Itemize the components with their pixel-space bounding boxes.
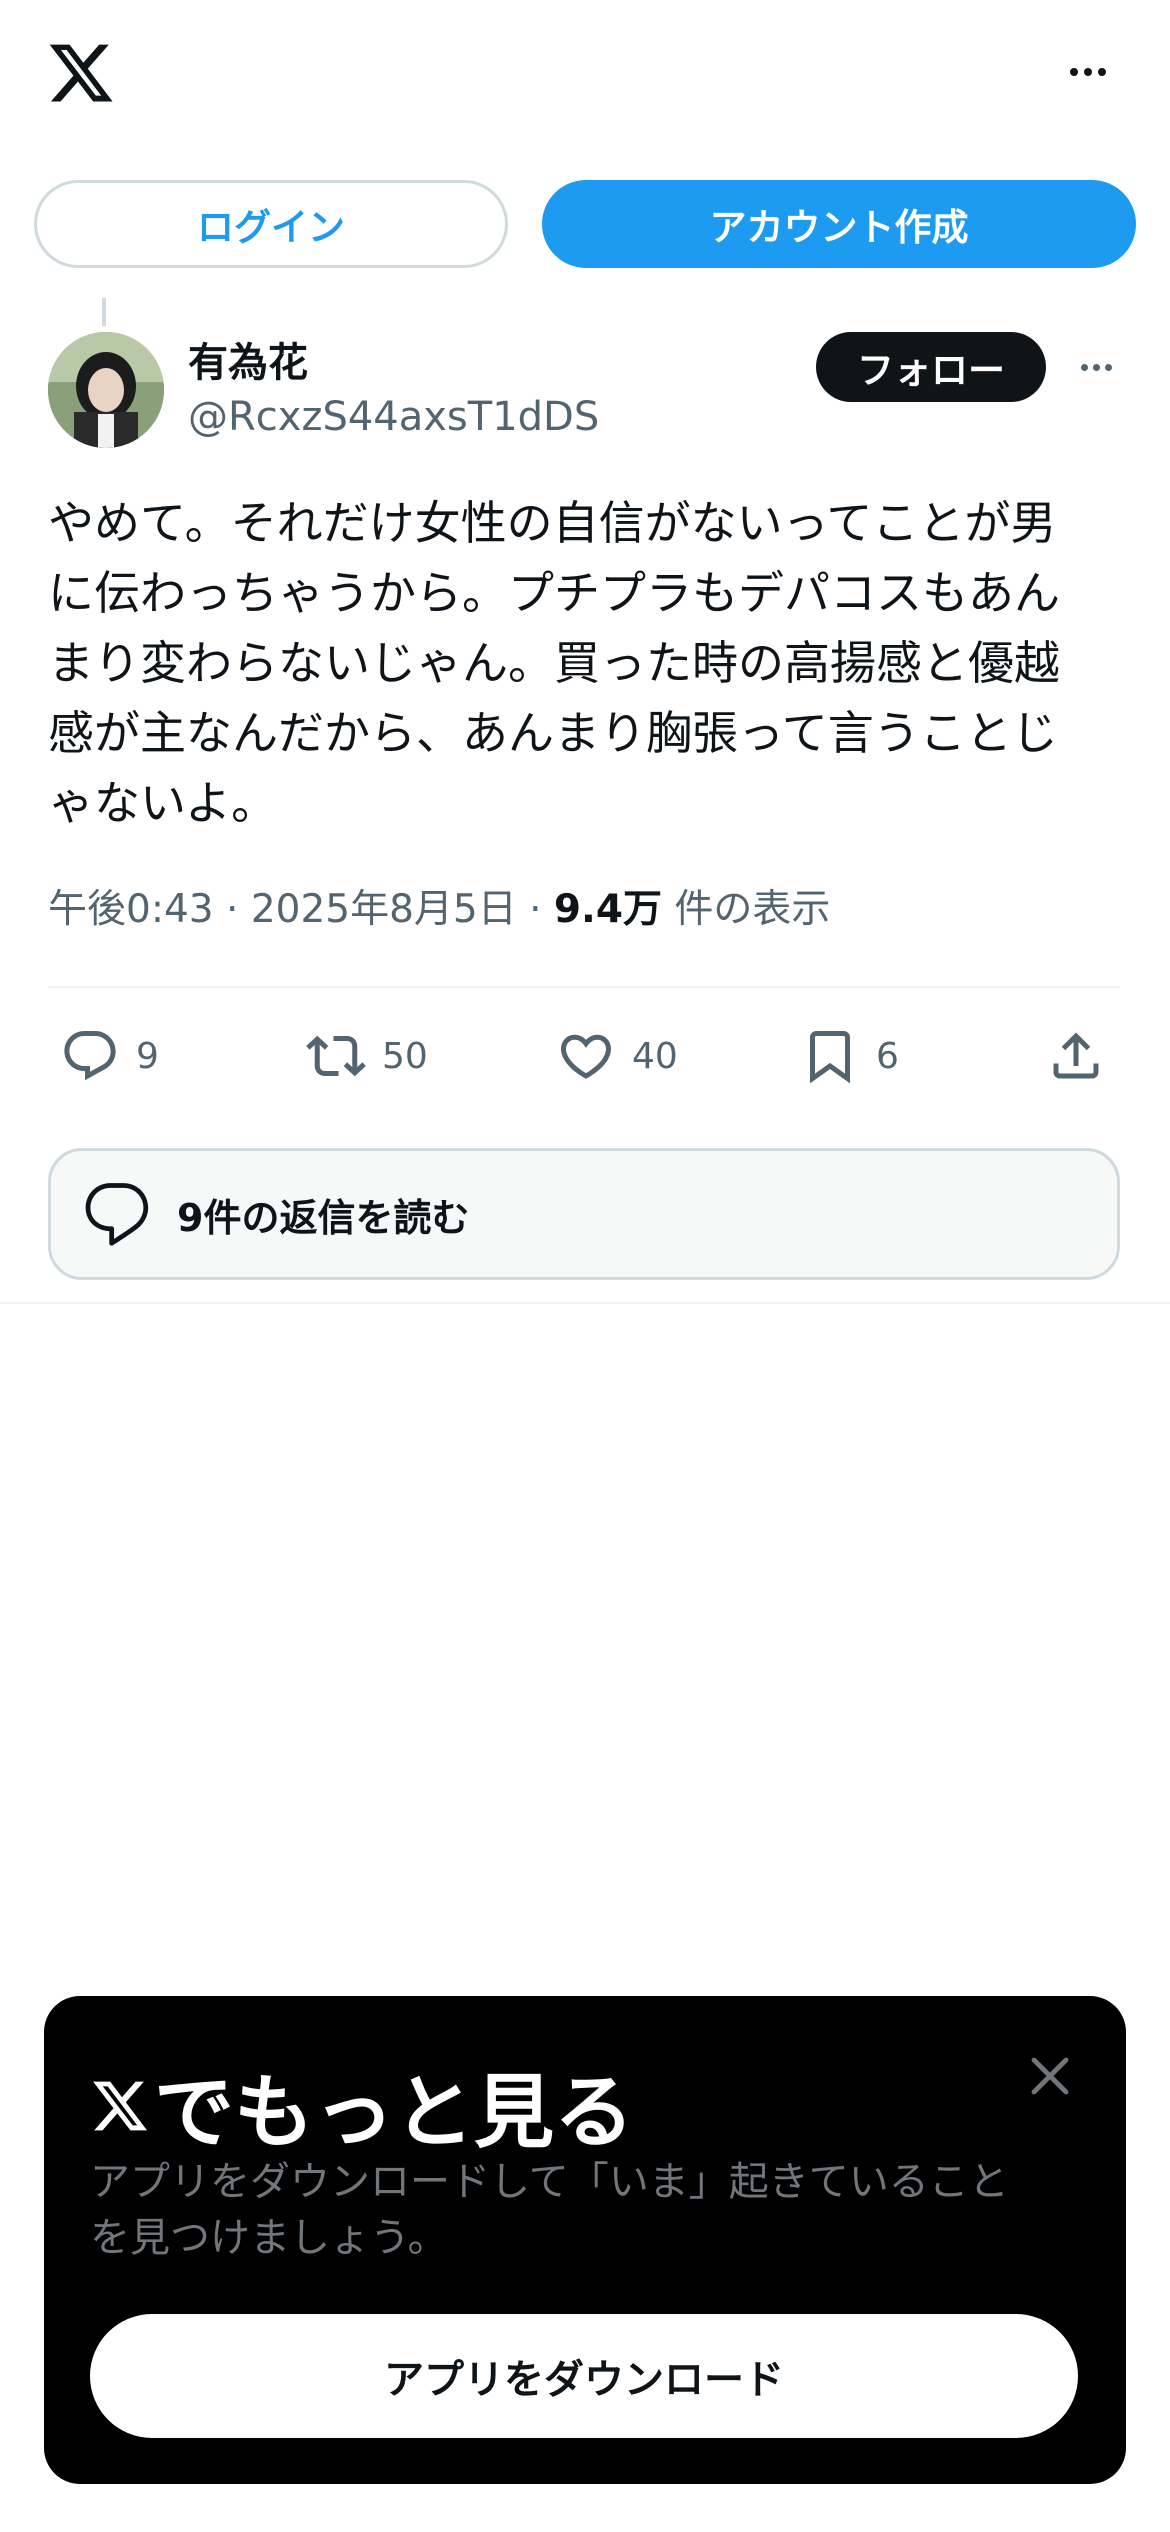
tweet-time[interactable]: 午後0:43: [48, 887, 214, 932]
meta-separator: ·: [226, 887, 239, 932]
x-logo-icon[interactable]: [46, 38, 116, 108]
retweet-icon: [306, 1035, 366, 1077]
thread-line: [102, 298, 106, 326]
divider: [0, 1302, 1170, 1304]
share-icon: [1053, 1032, 1099, 1079]
share-action[interactable]: [1046, 1024, 1106, 1088]
login-button[interactable]: ログイン: [34, 180, 508, 268]
reply-count: 9: [136, 1035, 159, 1077]
display-name[interactable]: 有為花: [188, 330, 308, 388]
banner-title-text: でもっと見る: [154, 2066, 634, 2159]
tweet-date[interactable]: 2025年8月5日: [251, 887, 517, 932]
create-account-button[interactable]: アカウント作成: [542, 180, 1136, 268]
banner-title: でもっと見る: [90, 2048, 634, 2164]
avatar[interactable]: [48, 332, 164, 448]
app-download-banner: でもっと見る アプリをダウンロードして「いま」起きていること を見つけましょう。…: [44, 1996, 1126, 2484]
meta-separator: ·: [529, 887, 542, 932]
x-logo-icon: [93, 2081, 148, 2131]
views-label: 件の表示: [674, 887, 831, 932]
tweet-more-icon[interactable]: [1072, 352, 1120, 382]
replies-bubble-icon: [85, 1183, 149, 1246]
divider: [48, 986, 1120, 988]
user-handle[interactable]: @RcxzS44axsT1dDS: [188, 394, 599, 440]
close-icon[interactable]: [1026, 2052, 1074, 2100]
banner-description: アプリをダウンロードして「いま」起きていること を見つけましょう。: [90, 2159, 1009, 2261]
like-count: 40: [632, 1035, 678, 1077]
read-replies-label: 9件の返信を読む: [177, 1195, 470, 1240]
retweet-action[interactable]: 50: [306, 1024, 428, 1088]
views-count: 9.4万: [553, 887, 663, 932]
download-app-button[interactable]: アプリをダウンロード: [90, 2314, 1078, 2438]
retweet-count: 50: [382, 1035, 428, 1077]
heart-icon: [560, 1034, 612, 1079]
reply-action[interactable]: 9: [60, 1024, 159, 1088]
more-options-icon[interactable]: [1058, 54, 1118, 90]
bookmark-icon: [810, 1031, 850, 1084]
tweet-text: やめて。それだけ女性の自信がないってことが男 に伝わっちゃうから。プチプラもデパ…: [48, 496, 1060, 830]
read-replies-button[interactable]: 9件の返信を読む: [48, 1148, 1120, 1280]
follow-button[interactable]: フォロー: [816, 332, 1046, 402]
reply-icon: [64, 1031, 116, 1081]
tweet-meta: 午後0:43 · 2025年8月5日 · 9.4万 件の表示: [48, 878, 830, 934]
bookmark-count: 6: [876, 1035, 899, 1077]
bookmark-action[interactable]: 6: [800, 1024, 899, 1088]
like-action[interactable]: 40: [556, 1024, 678, 1088]
